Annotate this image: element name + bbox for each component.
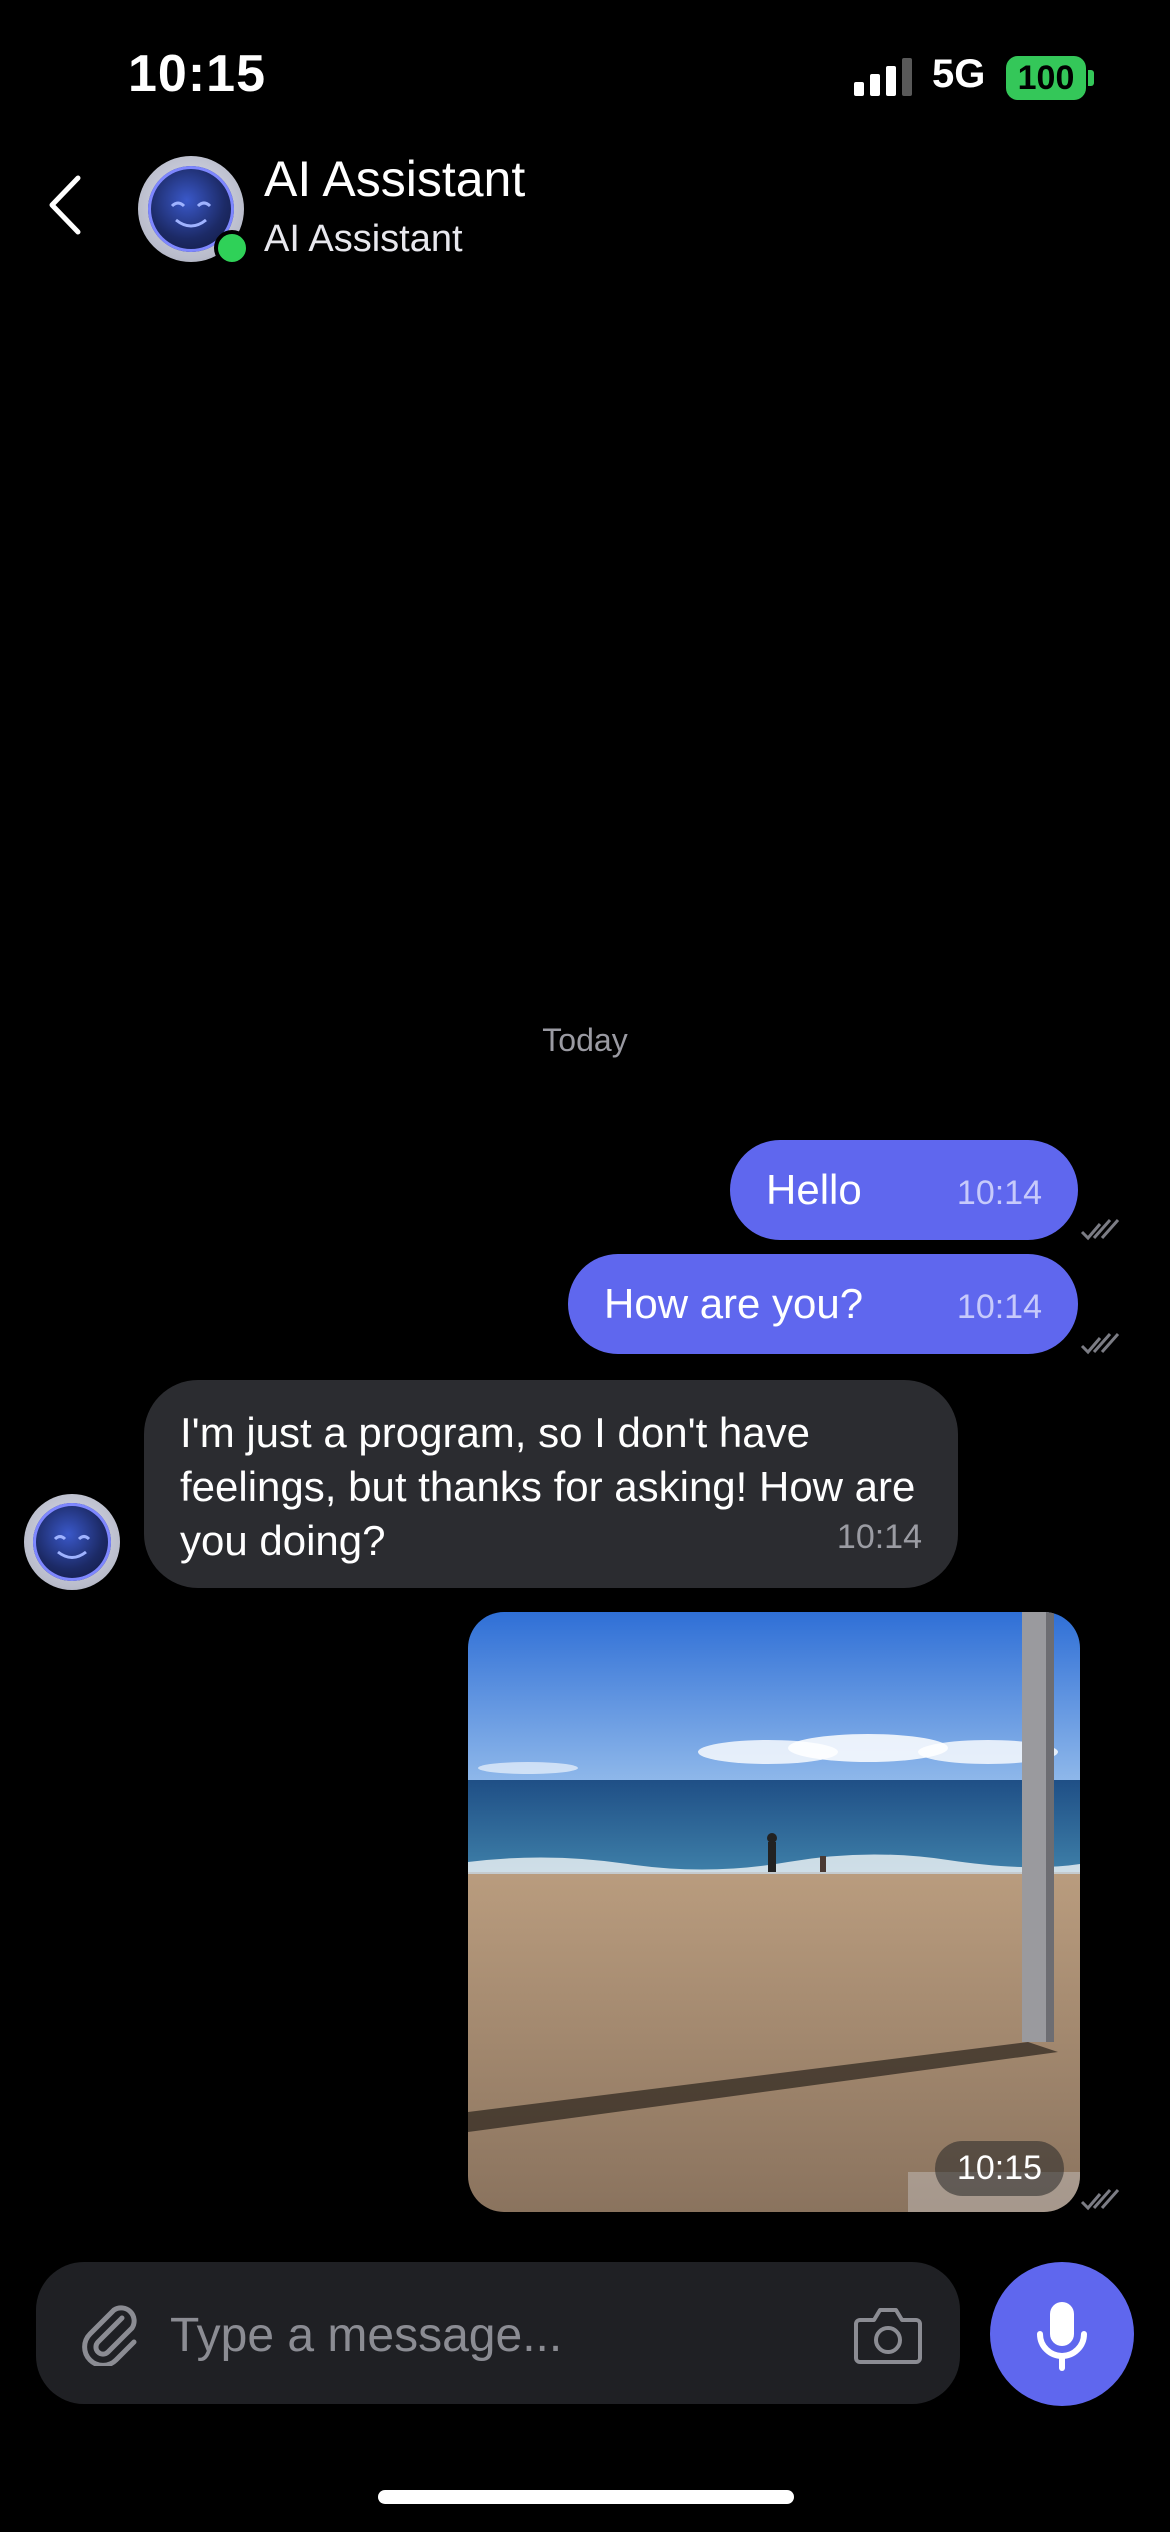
battery-indicator: 100: [1006, 56, 1086, 100]
camera-icon[interactable]: [852, 2302, 924, 2368]
message-time: 10:14: [956, 1288, 1042, 1326]
network-label: 5G: [932, 52, 986, 96]
chat-subtitle: AI Assistant: [264, 218, 463, 260]
status-time: 10:15: [128, 45, 266, 103]
message-input[interactable]: Type a message...: [170, 2308, 562, 2363]
back-chevron-icon[interactable]: [40, 170, 90, 240]
battery-tip: [1088, 70, 1094, 86]
assistant-avatar[interactable]: [24, 1494, 120, 1590]
outgoing-message[interactable]: Hello 10:14: [730, 1140, 1078, 1240]
message-text: How are you?: [604, 1280, 864, 1327]
date-separator: Today: [542, 1022, 628, 1058]
message-time: 10:15: [934, 2141, 1064, 2196]
read-ticks-icon: [1080, 1219, 1120, 1241]
read-ticks-icon: [1080, 1333, 1120, 1355]
message-time: 10:14: [956, 1174, 1042, 1212]
beach-photo: [468, 1612, 1080, 2212]
paperclip-icon[interactable]: [76, 2300, 142, 2366]
voice-record-button[interactable]: [990, 2262, 1134, 2406]
message-text: I'm just a program, so I don't have feel…: [180, 1409, 916, 1564]
outgoing-message[interactable]: How are you? 10:14: [568, 1254, 1078, 1354]
signal-icon: [854, 58, 912, 96]
home-indicator[interactable]: [378, 2490, 794, 2504]
chat-title[interactable]: AI Assistant: [264, 150, 525, 208]
read-ticks-icon: [1080, 2189, 1120, 2211]
avatar-icon: [33, 1503, 111, 1581]
image-message[interactable]: 10:15: [468, 1612, 1080, 2212]
online-status-dot: [214, 230, 250, 266]
incoming-message[interactable]: I'm just a program, so I don't have feel…: [144, 1380, 958, 1588]
microphone-icon: [1037, 2302, 1087, 2371]
message-text: Hello: [766, 1166, 862, 1213]
message-time: 10:14: [836, 1518, 922, 1556]
